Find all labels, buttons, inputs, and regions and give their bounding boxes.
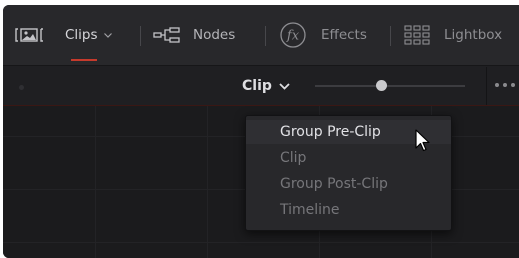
mouse-cursor-icon	[415, 129, 430, 152]
top-toolbar: Clips Nodes fx Effects Lightbox	[3, 5, 519, 65]
grid-icon	[404, 25, 430, 45]
menu-item-group-post-clip[interactable]: Group Post-Clip	[246, 172, 451, 196]
clips-label: Clips	[65, 27, 98, 43]
clip-mode-dropdown[interactable]: Clip	[242, 76, 290, 96]
lightbox-button[interactable]: Lightbox	[404, 5, 502, 65]
effects-icon: fx	[280, 22, 306, 48]
effects-button[interactable]: fx Effects	[279, 5, 367, 65]
toolbar-divider	[140, 26, 141, 46]
toolbar-divider	[265, 26, 266, 46]
menu-item-timeline[interactable]: Timeline	[246, 198, 451, 222]
nodes-icon	[153, 27, 180, 43]
clips-icon	[15, 28, 43, 42]
clips-active-underline	[71, 59, 97, 61]
clip-mode-label: Clip	[242, 78, 272, 94]
nodes-button[interactable]: Nodes	[153, 5, 235, 65]
lightbox-label: Lightbox	[444, 27, 503, 43]
zoom-slider-track[interactable]	[315, 85, 465, 87]
subbar-divider-right	[486, 67, 487, 105]
nodes-label: Nodes	[193, 27, 236, 43]
app-window: Clips Nodes fx Effects Lightbox Clip Gro…	[3, 5, 519, 258]
effects-label: Effects	[321, 27, 367, 43]
chevron-down-icon	[103, 32, 112, 38]
chevron-down-icon	[279, 82, 290, 90]
indicator-dot	[19, 85, 24, 90]
clips-button[interactable]: Clips	[15, 5, 112, 65]
toolbar-divider	[390, 26, 391, 46]
more-options-icon[interactable]	[495, 83, 515, 87]
zoom-slider-handle[interactable]	[376, 80, 387, 91]
svg-text:fx: fx	[286, 29, 300, 44]
